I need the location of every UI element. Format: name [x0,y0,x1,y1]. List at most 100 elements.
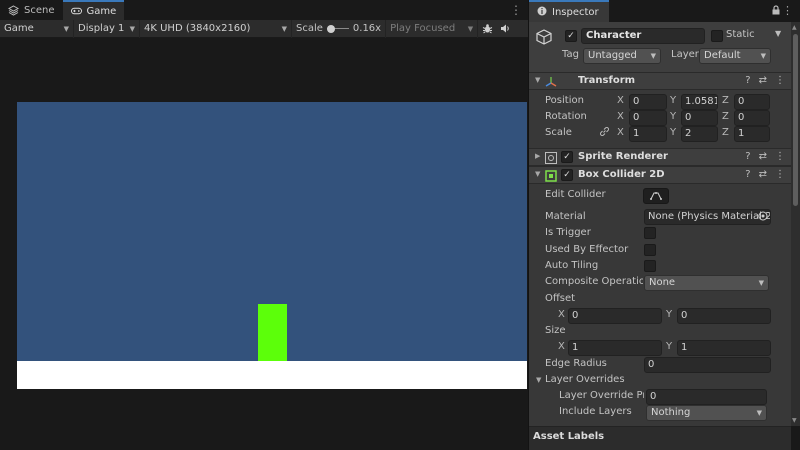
layer-override-priority-label: Layer Override Priority [559,390,644,401]
tag-dropdown[interactable]: Untagged ▼ [583,48,661,64]
auto-tiling-checkbox[interactable] [644,260,656,272]
scrollbar-thumb[interactable] [793,34,798,206]
object-name-field[interactable]: Character [581,28,705,44]
material-field[interactable]: None (Physics Material 2D) [644,209,771,225]
position-z-field[interactable]: 0 [734,94,770,110]
position-y-field[interactable]: 1.05815 [681,94,718,110]
display-dropdown[interactable]: Display 1 ▼ [74,19,140,38]
edge-radius-field[interactable]: 0 [644,357,771,373]
rotation-z-field[interactable]: 0 [734,110,770,126]
sprite-renderer-icon [545,152,557,164]
preset-sliders-icon[interactable]: ⇄ [759,151,767,162]
tab-inspector[interactable]: Inspector [529,0,609,22]
transform-title: Transform [578,75,636,86]
edge-radius-label: Edge Radius [545,358,607,369]
display-label: Display 1 [78,23,125,34]
layer-dropdown[interactable]: Default ▼ [699,48,771,64]
box-collider-header[interactable]: ▼ ✓ Box Collider 2D ? ⇄ ⋮ [529,166,791,184]
preset-sliders-icon[interactable]: ⇄ [759,169,767,180]
resolution-dropdown[interactable]: 4K UHD (3840x2160) ▼ [140,19,292,38]
audio-icon[interactable] [496,20,514,38]
game-viewport[interactable] [0,38,528,450]
offset-x-field[interactable]: 0 [568,308,662,324]
bug-icon[interactable] [478,20,496,38]
used-by-effector-checkbox[interactable] [644,244,656,256]
active-checkbox[interactable]: ✓ [565,30,577,42]
size-y-label: Y [666,341,673,352]
display-mode-dropdown[interactable]: Game ▼ [0,19,74,38]
tab-game-label: Game [86,5,117,17]
foldout-closed-icon[interactable]: ▶ [535,152,540,160]
offset-y-field[interactable]: 0 [677,308,771,324]
position-x-label: X [617,95,624,106]
layer-override-priority-field[interactable]: 0 [646,389,767,405]
sprite-renderer-enabled-checkbox[interactable]: ✓ [561,151,573,163]
foldout-open-icon[interactable]: ▼ [535,76,540,84]
is-trigger-checkbox[interactable] [644,227,656,239]
inspector-menu-icon[interactable]: ⋮ [782,4,793,17]
component-menu-icon[interactable]: ⋮ [775,169,785,180]
help-icon[interactable]: ? [745,151,750,162]
is-trigger-label: Is Trigger [545,227,591,238]
scale-x-field[interactable]: 1 [629,126,667,142]
gameobject-cube-icon [535,28,553,46]
static-checkbox[interactable] [711,30,723,42]
box-collider-enabled-checkbox[interactable]: ✓ [561,169,573,181]
size-x-field[interactable]: 1 [568,340,662,356]
foldout-open-icon[interactable]: ▼ [535,170,540,178]
asset-labels-header[interactable]: Asset Labels [529,426,791,450]
layer-value: Default [704,50,741,61]
position-label: Position [545,95,584,106]
object-picker-icon[interactable] [758,211,768,224]
transform-axes-icon [545,76,557,88]
chevron-down-icon: ▼ [467,24,474,33]
scale-z-field[interactable]: 1 [734,126,770,142]
rotation-label: Rotation [545,111,587,122]
composite-operation-value: None [649,277,676,288]
scale-slider-knob[interactable] [326,24,335,33]
size-y-field[interactable]: 1 [677,340,771,356]
play-mode-dropdown[interactable]: Play Focused ▼ [386,19,479,38]
play-mode-label: Play Focused [390,23,456,34]
chevron-down-icon[interactable]: ▼ [775,29,781,38]
ground-sprite [17,361,527,389]
resolution-label: 4K UHD (3840x2160) [144,23,251,34]
tab-scene[interactable]: Scene [0,0,63,20]
used-by-effector-label: Used By Effector [545,244,629,255]
tag-label: Tag [562,49,579,60]
info-icon [537,6,547,19]
position-z-label: Z [722,95,729,106]
rotation-x-field[interactable]: 0 [629,110,667,126]
tab-game[interactable]: Game [62,0,125,20]
position-x-field[interactable]: 0 [629,94,667,110]
offset-x-label: X [558,309,565,320]
material-label: Material [545,211,586,222]
preset-sliders-icon[interactable]: ⇄ [759,75,767,86]
scroll-up-icon[interactable]: ▲ [792,24,797,31]
help-icon[interactable]: ? [745,169,750,180]
sprite-renderer-title: Sprite Renderer [578,151,668,162]
view-menu-icon[interactable]: ⋮ [510,0,522,20]
transform-header[interactable]: ▼ Transform ? ⇄ ⋮ [529,72,791,90]
scale-control: Scale 0.16x [292,19,387,38]
rotation-y-field[interactable]: 0 [681,110,718,126]
composite-operation-dropdown[interactable]: None ▼ [644,275,769,291]
sprite-renderer-header[interactable]: ▶ ✓ Sprite Renderer ? ⇄ ⋮ [529,148,791,166]
rotation-x-label: X [617,111,624,122]
inspector-scrollbar[interactable]: ▲ ▼ [791,22,800,426]
link-icon[interactable] [599,126,610,140]
component-menu-icon[interactable]: ⋮ [775,151,785,162]
scale-value: 0.16x [352,23,382,34]
box-collider-icon [545,170,557,182]
edit-collider-button[interactable] [643,188,669,204]
scroll-down-icon[interactable]: ▼ [792,417,797,424]
scale-slider[interactable] [326,24,349,33]
help-icon[interactable]: ? [745,75,750,86]
chevron-down-icon: ▼ [760,52,766,60]
include-layers-dropdown[interactable]: Nothing ▼ [646,405,767,421]
scale-y-field[interactable]: 2 [681,126,718,142]
auto-tiling-label: Auto Tiling [545,260,599,271]
foldout-open-icon[interactable]: ▼ [536,376,541,384]
component-menu-icon[interactable]: ⋮ [775,75,785,86]
lock-icon[interactable] [772,5,780,18]
